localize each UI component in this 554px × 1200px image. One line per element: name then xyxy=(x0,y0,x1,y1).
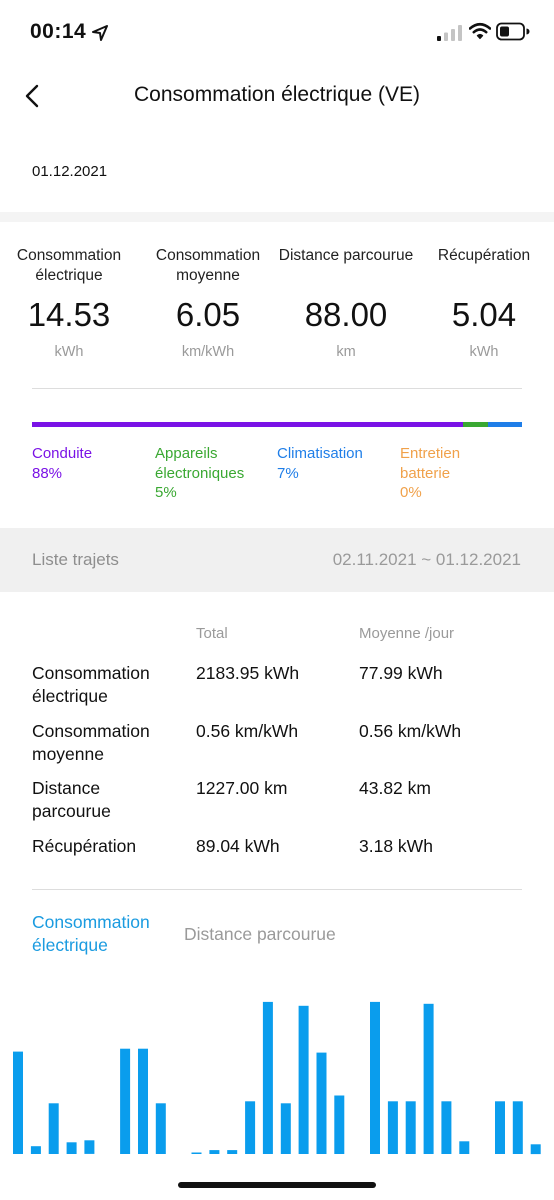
stat-consumption: Consommation électrique 14.53 kWh xyxy=(0,246,138,360)
wifi-icon xyxy=(469,22,491,40)
chart-bar xyxy=(84,1140,95,1154)
chart-bar xyxy=(495,1101,505,1154)
stat-average-consumption: Consommation moyenne 6.05 km/kWh xyxy=(139,246,277,360)
consumption-breakdown-bar xyxy=(32,422,522,427)
summary-row-average: 43.82 km xyxy=(359,778,431,798)
summary-row-label: Consommation moyenne xyxy=(32,721,150,764)
stat-label: Consommation électrique xyxy=(16,247,122,284)
stat-unit: kWh xyxy=(54,344,84,360)
column-header-total: Total xyxy=(196,625,228,642)
home-indicator xyxy=(178,1182,376,1188)
summary-row-label: Récupération xyxy=(32,836,137,856)
stat-label: Récupération xyxy=(437,247,531,264)
legend-driving: Conduite 88% xyxy=(32,444,152,483)
summary-row-total: 89.04 kWh xyxy=(196,836,280,856)
legend-label: Conduite xyxy=(32,445,93,462)
legend-battery-care: Entretien batterie 0% xyxy=(400,444,500,503)
chart-bar xyxy=(512,1101,523,1154)
stat-unit: kWh xyxy=(469,344,499,360)
stat-unit: km xyxy=(336,344,356,360)
divider xyxy=(32,388,522,389)
stat-value: 88.00 xyxy=(304,296,388,333)
chart-bar xyxy=(530,1144,541,1155)
stat-value: 14.53 xyxy=(27,296,111,333)
summary-row-total: 2183.95 kWh xyxy=(196,663,300,683)
legend-percent: 0% xyxy=(400,484,422,501)
legend-label: Appareils électroniques xyxy=(155,445,245,482)
legend-percent: 5% xyxy=(155,484,177,501)
legend-electronics: Appareils électroniques 5% xyxy=(155,444,275,503)
chart-bar xyxy=(459,1141,470,1154)
legend-percent: 88% xyxy=(32,464,63,482)
chart-bar xyxy=(209,1150,220,1154)
chart-bar xyxy=(370,1001,380,1154)
legend-label: Climatisation xyxy=(277,445,363,462)
summary-row-average: 77.99 kWh xyxy=(359,663,443,683)
chart-bar xyxy=(66,1142,77,1154)
tab-distance[interactable]: Distance parcourue xyxy=(184,923,336,946)
legend-climate: Climatisation 7% xyxy=(277,444,397,483)
summary-row-average: 0.56 km/kWh xyxy=(359,721,462,741)
summary-row-total: 1227.00 km xyxy=(196,778,288,798)
cellular-signal-icon xyxy=(437,25,462,41)
chart-bar xyxy=(387,1101,398,1154)
chart-bar xyxy=(155,1103,166,1154)
chart-bar xyxy=(316,1052,327,1154)
chart-bar xyxy=(30,1146,41,1154)
battery-icon xyxy=(496,22,530,41)
chart-bar xyxy=(262,1001,273,1154)
chart-bar xyxy=(423,1003,434,1154)
daily-consumption-chart xyxy=(13,1001,541,1155)
divider xyxy=(32,889,522,890)
breakdown-segment xyxy=(463,422,488,427)
chart-bar xyxy=(48,1103,59,1154)
chart-bar xyxy=(191,1152,202,1154)
chart-bar xyxy=(120,1048,131,1154)
section-divider xyxy=(0,212,554,222)
summary-row-total: 0.56 km/kWh xyxy=(196,721,299,741)
trips-date-range[interactable]: 02.11.2021 ~ 01.12.2021 xyxy=(333,550,521,570)
status-time: 00:14 xyxy=(30,20,87,43)
column-header-daily-average: Moyenne /jour xyxy=(359,625,455,642)
summary-row-label: Distance parcourue xyxy=(32,778,111,821)
legend-percent: 7% xyxy=(277,464,299,482)
summary-row-label: Consommation électrique xyxy=(32,663,150,706)
chart-bar xyxy=(245,1101,256,1154)
stat-regeneration: Récupération 5.04 kWh xyxy=(415,246,553,360)
chart-bar xyxy=(227,1150,238,1154)
location-arrow-icon xyxy=(92,25,108,41)
summary-row-average: 3.18 kWh xyxy=(359,836,433,856)
legend-label: Entretien batterie xyxy=(400,445,461,482)
stat-value: 5.04 xyxy=(451,296,517,333)
chart-bar xyxy=(298,1005,309,1154)
breakdown-segment xyxy=(487,422,522,427)
chart-bar xyxy=(441,1101,452,1154)
chart-bar xyxy=(138,1048,148,1154)
tab-consumption[interactable]: Consommation électrique xyxy=(32,911,182,957)
chart-bar xyxy=(280,1103,291,1154)
stat-label: Distance parcourue xyxy=(278,247,414,264)
trips-list-label[interactable]: Liste trajets xyxy=(32,550,119,570)
page-title: Consommation électrique (VE) xyxy=(134,83,420,106)
chart-bar xyxy=(405,1101,416,1154)
stat-unit: km/kWh xyxy=(181,344,235,360)
selected-date: 01.12.2021 xyxy=(32,163,108,180)
stat-label: Consommation moyenne xyxy=(155,247,261,284)
chart-bar xyxy=(334,1095,345,1154)
stat-value: 6.05 xyxy=(175,296,241,333)
breakdown-segment xyxy=(32,422,464,427)
chart-bar xyxy=(13,1051,23,1154)
stat-distance: Distance parcourue 88.00 km xyxy=(277,246,415,360)
